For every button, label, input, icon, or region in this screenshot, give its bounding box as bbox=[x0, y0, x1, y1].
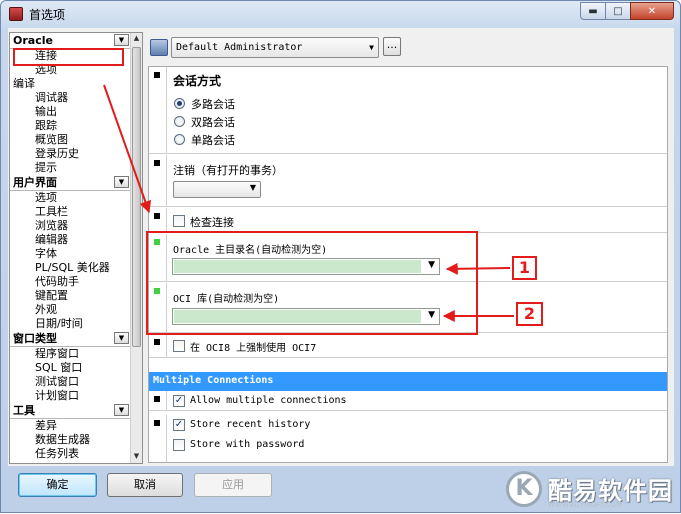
tree-category[interactable]: 工具 ▼ bbox=[10, 403, 131, 419]
watermark-logo: K bbox=[506, 471, 542, 507]
window-title: 首选项 bbox=[29, 8, 66, 22]
tree-item[interactable]: 外观 bbox=[10, 303, 131, 317]
cancel-button[interactable]: 取消 bbox=[107, 473, 183, 497]
tree-category[interactable]: Oracle ▼ bbox=[10, 33, 131, 49]
section-bullet-icon bbox=[154, 420, 160, 426]
allow-multiple-connections-checkbox[interactable]: ✓ bbox=[173, 395, 185, 407]
annotation-callout-2: 2 bbox=[516, 302, 543, 326]
profile-more-button[interactable]: ... bbox=[383, 37, 401, 56]
chevron-down-icon: ▼ bbox=[369, 43, 374, 52]
tree-item[interactable]: 代码助手 bbox=[10, 275, 131, 289]
tree-item[interactable]: 字体 bbox=[10, 247, 131, 261]
watermark: K 酷易软件园 WWW.KUYISOFT.COM bbox=[506, 467, 678, 511]
store-with-password-label: Store with password bbox=[190, 439, 305, 450]
tree-item[interactable]: 任务列表 bbox=[10, 447, 131, 461]
tree-item[interactable]: 调试器 bbox=[10, 91, 131, 105]
tree-item[interactable]: 程序窗口 bbox=[10, 347, 131, 361]
watermark-subtext: WWW.KUYISOFT.COM bbox=[548, 501, 623, 509]
check-connection-section: 检查连接 bbox=[149, 208, 667, 233]
logoff-select[interactable]: ▼ bbox=[173, 181, 261, 198]
tree-item[interactable]: 编译 bbox=[10, 77, 131, 91]
maximize-button[interactable]: □ bbox=[605, 2, 631, 20]
radio-dual-session[interactable] bbox=[174, 116, 185, 127]
session-title: 会话方式 bbox=[173, 74, 222, 88]
tree-category-label: 工具 bbox=[13, 404, 35, 417]
scroll-thumb[interactable] bbox=[132, 47, 141, 347]
tree-item[interactable]: 工具栏 bbox=[10, 205, 131, 219]
section-bullet-icon bbox=[154, 213, 160, 219]
profile-value: Default Administrator bbox=[176, 42, 303, 53]
store-with-password-checkbox[interactable] bbox=[173, 439, 185, 451]
title-bar[interactable]: 首选项 ▬ □ ✕ bbox=[1, 1, 680, 27]
tree-item[interactable]: 浏览器 bbox=[10, 219, 131, 233]
annotation-callout-1: 1 bbox=[512, 256, 537, 280]
tree-category-label: Oracle bbox=[13, 34, 53, 47]
radio-multi-session[interactable] bbox=[174, 98, 185, 109]
section-bullet-icon bbox=[154, 72, 160, 78]
tree-item[interactable]: 提示 bbox=[10, 161, 131, 175]
apply-button: 应用 bbox=[194, 473, 272, 497]
close-button[interactable]: ✕ bbox=[630, 2, 674, 20]
tree-category[interactable]: 窗口类型 ▼ bbox=[10, 331, 131, 347]
tree-item[interactable]: 计划窗口 bbox=[10, 389, 131, 403]
logoff-section: 注销（有打开的事务） ▼ bbox=[149, 155, 667, 207]
logoff-label: 注销（有打开的事务） bbox=[173, 164, 283, 177]
chevron-down-icon[interactable]: ▼ bbox=[114, 332, 129, 344]
tree-item[interactable]: 概览图 bbox=[10, 133, 131, 147]
force-oci7-label: 在 OCI8 上强制使用 OCI7 bbox=[190, 343, 317, 354]
chevron-down-icon[interactable]: ▼ bbox=[114, 34, 129, 46]
profile-select[interactable]: Default Administrator ▼ bbox=[171, 37, 379, 58]
check-connection-label: 检查连接 bbox=[190, 216, 234, 229]
scroll-up-icon[interactable]: ▲ bbox=[132, 34, 141, 44]
app-icon bbox=[9, 7, 23, 21]
section-bullet-icon bbox=[154, 339, 160, 345]
tree-item[interactable]: SQL 窗口 bbox=[10, 361, 131, 375]
force-oci7-checkbox[interactable] bbox=[173, 340, 185, 352]
tree-item[interactable]: 日期/时间 bbox=[10, 317, 131, 331]
allow-multiple-connections-label: Allow multiple connections bbox=[190, 395, 347, 406]
multiple-connections-section: ✓ Allow multiple connections bbox=[149, 391, 667, 411]
tree-item[interactable]: 数据生成器 bbox=[10, 433, 131, 447]
section-bullet-icon bbox=[154, 396, 160, 402]
chevron-down-icon[interactable]: ▼ bbox=[114, 176, 129, 188]
chevron-down-icon[interactable]: ▼ bbox=[114, 404, 129, 416]
tree-category[interactable]: 用户界面 ▼ bbox=[10, 175, 131, 191]
category-tree[interactable]: Oracle ▼ 连接 选项 编译 调试器 输出 跟踪 概览图 登录历史 提示 用户界面 ▼ 选项 工具栏浏… bbox=[9, 32, 143, 464]
preferences-window: 首选项 ▬ □ ✕ Oracle ▼ 连接 选项 编译 调试器 输出 跟踪 概览图 登录历史 提示用… bbox=[0, 0, 681, 513]
tree-item[interactable]: 差异 bbox=[10, 419, 131, 433]
section-bullet-icon bbox=[154, 160, 160, 166]
check-connection-checkbox[interactable] bbox=[173, 215, 185, 227]
ok-button[interactable]: 确定 bbox=[18, 473, 97, 497]
session-section: 会话方式 多路会话 双路会话 单路会话 bbox=[149, 67, 667, 154]
store-recent-history-checkbox[interactable]: ✓ bbox=[173, 419, 185, 431]
radio-label: 双路会话 bbox=[191, 116, 235, 129]
radio-label: 多路会话 bbox=[191, 98, 235, 111]
annotation-highlight-oracle-settings bbox=[146, 231, 478, 335]
store-recent-history-label: Store recent history bbox=[190, 419, 311, 430]
tree-item[interactable]: 选项 bbox=[10, 191, 131, 205]
scroll-down-icon[interactable]: ▼ bbox=[132, 452, 141, 462]
tree-item[interactable]: 测试窗口 bbox=[10, 375, 131, 389]
minimize-button[interactable]: ▬ bbox=[580, 2, 606, 20]
radio-single-session[interactable] bbox=[174, 134, 185, 145]
annotation-highlight-connection bbox=[13, 48, 124, 66]
profile-icon bbox=[150, 39, 168, 56]
tree-item[interactable]: 跟踪 bbox=[10, 119, 131, 133]
tree-category-label: 窗口类型 bbox=[13, 332, 57, 345]
tree-item[interactable]: 输出 bbox=[10, 105, 131, 119]
history-section: ✓ Store recent history Store with passwo… bbox=[149, 415, 667, 462]
radio-label: 单路会话 bbox=[191, 134, 235, 147]
chevron-down-icon: ▼ bbox=[249, 183, 256, 192]
tree-item[interactable]: 编辑器 bbox=[10, 233, 131, 247]
tree-item[interactable]: 登录历史 bbox=[10, 147, 131, 161]
force-oci7-section: 在 OCI8 上强制使用 OCI7 bbox=[149, 334, 667, 358]
multiple-connections-header: Multiple Connections bbox=[149, 372, 667, 391]
tree-category-label: 用户界面 bbox=[13, 176, 57, 189]
tree-scrollbar[interactable]: ▲ ▼ bbox=[130, 33, 142, 463]
tree-item[interactable]: 键配置 bbox=[10, 289, 131, 303]
tree-item[interactable]: PL/SQL 美化器 bbox=[10, 261, 131, 275]
